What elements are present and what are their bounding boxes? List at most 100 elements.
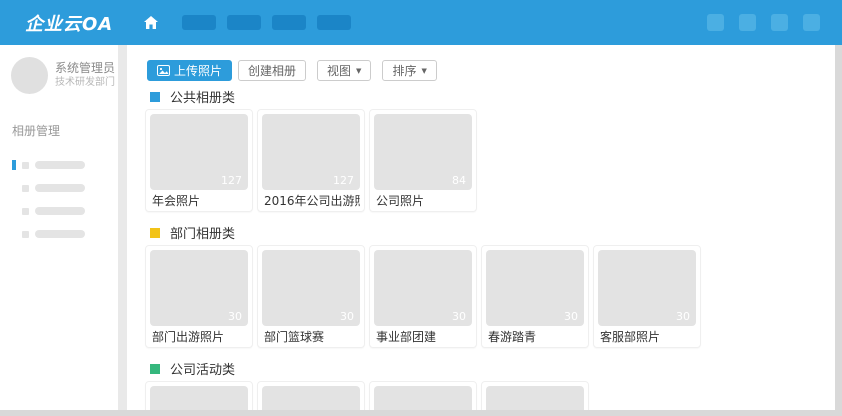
sidebar-divider [118,45,127,410]
menu-item-icon-placeholder [22,208,29,215]
sidebar-menu-item[interactable] [0,206,118,216]
section-title: 公司活动类 [170,359,235,378]
avatar [11,57,48,94]
nav-item[interactable] [182,15,216,30]
app-body: 系统管理员 技术研发部门 相册管理 [0,45,835,410]
photo-count: 30 [452,310,466,323]
album-thumbnail [150,386,248,410]
album-thumbnail: 30 [262,250,360,326]
menu-item-label-placeholder [35,184,85,192]
home-icon[interactable] [143,15,159,31]
album-thumbnail: 30 [374,250,472,326]
album-thumbnail [374,386,472,410]
section-title: 公共相册类 [170,87,235,106]
album-thumbnail: 30 [486,250,584,326]
header-action-icon[interactable] [771,14,788,31]
album-thumbnail: 127 [150,114,248,190]
sort-dropdown-button[interactable]: 排序 ▼ [382,60,436,81]
menu-item-label-placeholder [35,230,85,238]
album-section-public: 公共相册类 127 年会照片 127 2016年公司出游照片 [145,90,835,212]
app-window: 企业云OA 系统管理员 技术研发部门 相册管 [0,0,842,416]
photo-count: 127 [333,174,354,187]
section-header: 公司活动类 [145,362,835,375]
album-thumbnail [262,386,360,410]
toolbar: 上传照片 创建相册 视图 ▼ 排序 ▼ [145,60,835,81]
app-header: 企业云OA [0,0,842,45]
nav-item[interactable] [272,15,306,30]
user-name: 系统管理员 [55,61,115,76]
section-bullet-icon [150,228,160,238]
album-title: 公司照片 [374,194,472,208]
app-logo: 企业云OA [25,10,113,36]
album-thumbnail: 127 [262,114,360,190]
upload-photos-label: 上传照片 [174,62,222,79]
nav-item[interactable] [227,15,261,30]
sidebar-menu-item[interactable] [0,160,118,170]
photo-count: 30 [564,310,578,323]
photo-icon [157,65,170,76]
photo-count: 84 [452,174,466,187]
album-title: 年会照片 [150,194,248,208]
album-card[interactable]: 30 客服部照片 [593,245,701,348]
photo-count: 30 [228,310,242,323]
menu-item-icon-placeholder [22,231,29,238]
album-title: 事业部团建 [374,330,472,344]
create-album-label: 创建相册 [248,62,296,79]
album-content: 上传照片 创建相册 视图 ▼ 排序 ▼ 公共相册类 [127,45,835,410]
header-action-icon[interactable] [803,14,820,31]
user-meta: 系统管理员 技术研发部门 [55,57,115,94]
album-card[interactable] [257,381,365,410]
album-card[interactable]: 127 2016年公司出游照片 [257,109,365,212]
photo-count: 127 [221,174,242,187]
album-card[interactable]: 30 部门篮球赛 [257,245,365,348]
nav-item[interactable] [317,15,351,30]
album-title: 春游踏青 [486,330,584,344]
view-label: 视图 [327,62,351,79]
album-card[interactable]: 30 事业部团建 [369,245,477,348]
album-thumbnail: 30 [598,250,696,326]
album-card[interactable] [481,381,589,410]
sidebar-menu [0,160,118,239]
album-thumbnail [486,386,584,410]
album-thumbnail: 30 [150,250,248,326]
album-card[interactable] [145,381,253,410]
menu-item-label-placeholder [35,207,85,215]
album-card[interactable] [369,381,477,410]
album-title: 2016年公司出游照片 [262,194,360,208]
album-row: 127 年会照片 127 2016年公司出游照片 84 [145,109,835,212]
section-bullet-icon [150,364,160,374]
section-bullet-icon [150,92,160,102]
active-indicator [12,160,16,170]
photo-count: 30 [340,310,354,323]
photo-count: 30 [676,310,690,323]
sidebar: 系统管理员 技术研发部门 相册管理 [0,45,118,410]
section-header: 公共相册类 [145,90,835,103]
album-card[interactable]: 127 年会照片 [145,109,253,212]
album-section-activities: 公司活动类 [145,362,835,410]
menu-item-label-placeholder [35,161,85,169]
album-card[interactable]: 30 部门出游照片 [145,245,253,348]
upload-photos-button[interactable]: 上传照片 [147,60,232,81]
album-title: 部门篮球赛 [262,330,360,344]
menu-item-icon-placeholder [22,185,29,192]
sidebar-menu-item[interactable] [0,183,118,193]
album-card[interactable]: 84 公司照片 [369,109,477,212]
header-action-icon[interactable] [739,14,756,31]
album-row: 30 部门出游照片 30 部门篮球赛 30 事业部团建 [145,245,835,348]
user-profile: 系统管理员 技术研发部门 [0,45,118,94]
header-action-icon[interactable] [707,14,724,31]
section-title: 部门相册类 [170,223,235,242]
user-department: 技术研发部门 [55,76,115,90]
album-section-department: 部门相册类 30 部门出游照片 30 部门篮球赛 [145,226,835,348]
view-dropdown-button[interactable]: 视图 ▼ [317,60,371,81]
create-album-button[interactable]: 创建相册 [238,60,306,81]
menu-item-icon-placeholder [22,162,29,169]
sort-label: 排序 [392,62,416,79]
album-row [145,381,835,410]
album-title: 部门出游照片 [150,330,248,344]
album-card[interactable]: 30 春游踏青 [481,245,589,348]
album-thumbnail: 84 [374,114,472,190]
header-actions [692,14,820,31]
main-nav [171,15,351,30]
sidebar-menu-item[interactable] [0,229,118,239]
